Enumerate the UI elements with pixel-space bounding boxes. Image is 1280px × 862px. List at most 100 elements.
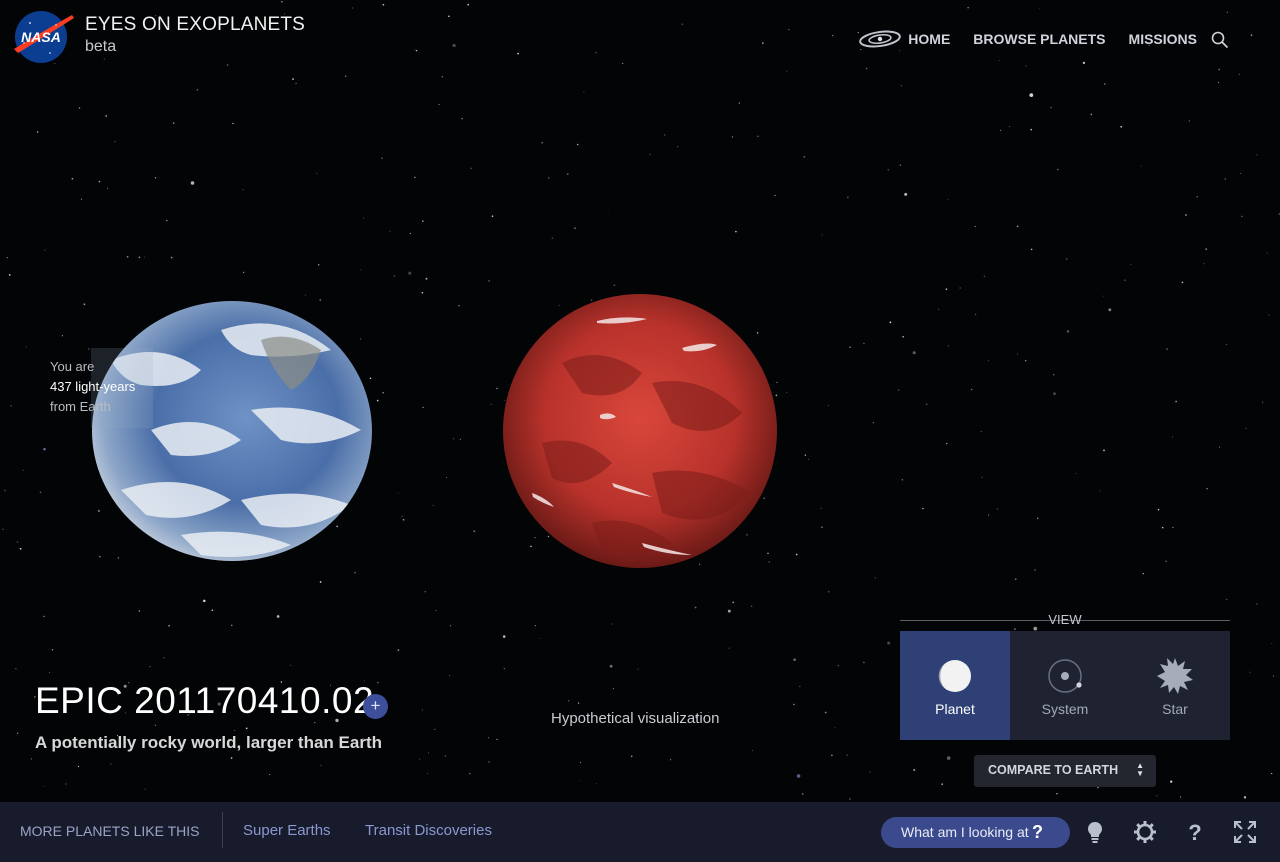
star-dot xyxy=(393,275,396,277)
star-dot xyxy=(821,234,823,236)
star-dot xyxy=(676,146,679,148)
star-dot xyxy=(103,58,105,60)
star-dot xyxy=(415,49,418,52)
nasa-logo[interactable]: NASA xyxy=(10,9,74,65)
compare-to-earth-select[interactable]: COMPARE TO EARTH ▲ ▼ xyxy=(974,755,1156,787)
star-dot xyxy=(1097,786,1099,789)
star-dot xyxy=(352,7,354,9)
star-dot xyxy=(774,194,776,197)
star-dot xyxy=(1025,65,1027,67)
star-dot xyxy=(488,761,490,763)
star-dot xyxy=(902,335,905,338)
star-dot xyxy=(1206,488,1208,490)
star-dot xyxy=(846,754,848,756)
star-dot xyxy=(831,754,833,757)
star-dot xyxy=(397,492,399,494)
exoplanet-visualization[interactable] xyxy=(502,293,778,569)
star-dot xyxy=(144,788,146,790)
star-dot xyxy=(837,664,839,667)
star-dot xyxy=(382,3,385,6)
star-dot xyxy=(402,518,405,521)
view-planet-button[interactable]: Planet xyxy=(900,631,1010,740)
star-dot xyxy=(970,388,973,391)
star-dot xyxy=(15,668,17,670)
star-dot xyxy=(226,64,229,66)
star-dot xyxy=(1050,106,1052,109)
star-dot xyxy=(1016,225,1019,228)
star-dot xyxy=(834,727,836,729)
star-dot xyxy=(1226,598,1228,601)
star-dot xyxy=(203,599,206,603)
star-dot xyxy=(947,198,949,201)
star-dot xyxy=(987,360,989,362)
view-system-button[interactable]: System xyxy=(1010,631,1120,740)
star-dot xyxy=(752,749,753,751)
link-super-earths[interactable]: Super Earths xyxy=(243,822,331,839)
star-dot xyxy=(107,187,108,189)
star-dot xyxy=(1025,360,1027,362)
settings-icon[interactable] xyxy=(1133,820,1157,844)
star-dot xyxy=(304,294,306,296)
star-dot xyxy=(1066,330,1070,333)
bottom-bar: MORE PLANETS LIKE THIS Super Earths Tran… xyxy=(0,802,1280,862)
help-icon[interactable]: ? xyxy=(1183,820,1207,844)
star-dot xyxy=(421,291,424,294)
view-star-label: Star xyxy=(1162,701,1188,717)
star-dot xyxy=(1053,374,1055,376)
star-dot xyxy=(376,399,379,402)
star-dot xyxy=(1065,258,1068,260)
star-dot xyxy=(473,530,476,533)
star-dot xyxy=(788,28,790,31)
star-dot xyxy=(190,181,195,185)
star-dot xyxy=(1249,671,1251,673)
lightbulb-icon[interactable] xyxy=(1083,820,1107,844)
star-dot xyxy=(670,759,672,761)
star-dot xyxy=(595,52,597,54)
link-transit-discoveries[interactable]: Transit Discoveries xyxy=(365,822,492,839)
star-dot xyxy=(1157,508,1160,511)
planet-name: EPIC 201170410.02 xyxy=(35,680,375,721)
more-planets-label: MORE PLANETS LIKE THIS xyxy=(20,823,200,839)
star-dot xyxy=(276,615,280,618)
system-icon xyxy=(1048,659,1082,693)
star-dot xyxy=(6,257,8,259)
star-dot xyxy=(80,198,83,200)
star-dot xyxy=(849,346,851,348)
star-dot xyxy=(793,658,796,661)
star-dot xyxy=(490,403,492,405)
star-dot xyxy=(496,387,498,390)
what-am-i-looking-at-button[interactable]: What am I looking at ? xyxy=(881,817,1070,848)
star-dot xyxy=(974,313,977,316)
site-title[interactable]: EYES ON EXOPLANETS xyxy=(85,14,305,36)
add-planet-button[interactable]: + xyxy=(363,694,388,719)
star-dot xyxy=(974,225,976,228)
star-dot xyxy=(922,507,924,510)
fullscreen-icon[interactable] xyxy=(1233,820,1257,844)
nav-home[interactable]: HOME xyxy=(908,31,950,47)
star-dot xyxy=(1185,214,1187,216)
star-dot xyxy=(441,76,443,78)
nav-missions[interactable]: MISSIONS xyxy=(1129,31,1197,47)
star-dot xyxy=(110,763,112,765)
star-dot xyxy=(231,624,233,626)
star-dot xyxy=(449,625,452,627)
star-dot xyxy=(728,647,730,649)
star-dot xyxy=(114,141,116,143)
star-dot xyxy=(461,117,463,120)
star-dot xyxy=(360,269,362,271)
star-dot xyxy=(1000,129,1002,131)
star-dot xyxy=(467,3,470,6)
star-dot xyxy=(576,143,579,146)
star-dot xyxy=(1140,165,1142,167)
nav-browse-planets[interactable]: BROWSE PLANETS xyxy=(973,31,1105,47)
star-dot xyxy=(449,675,451,677)
star-dot xyxy=(731,136,734,138)
star-dot xyxy=(16,732,19,735)
star-dot xyxy=(863,342,865,345)
view-star-button[interactable]: Star xyxy=(1120,631,1230,740)
star-dot xyxy=(1250,34,1253,37)
star-dot xyxy=(849,798,851,800)
star-dot xyxy=(77,765,80,768)
search-icon[interactable] xyxy=(1210,30,1230,50)
star-dot xyxy=(807,458,810,461)
